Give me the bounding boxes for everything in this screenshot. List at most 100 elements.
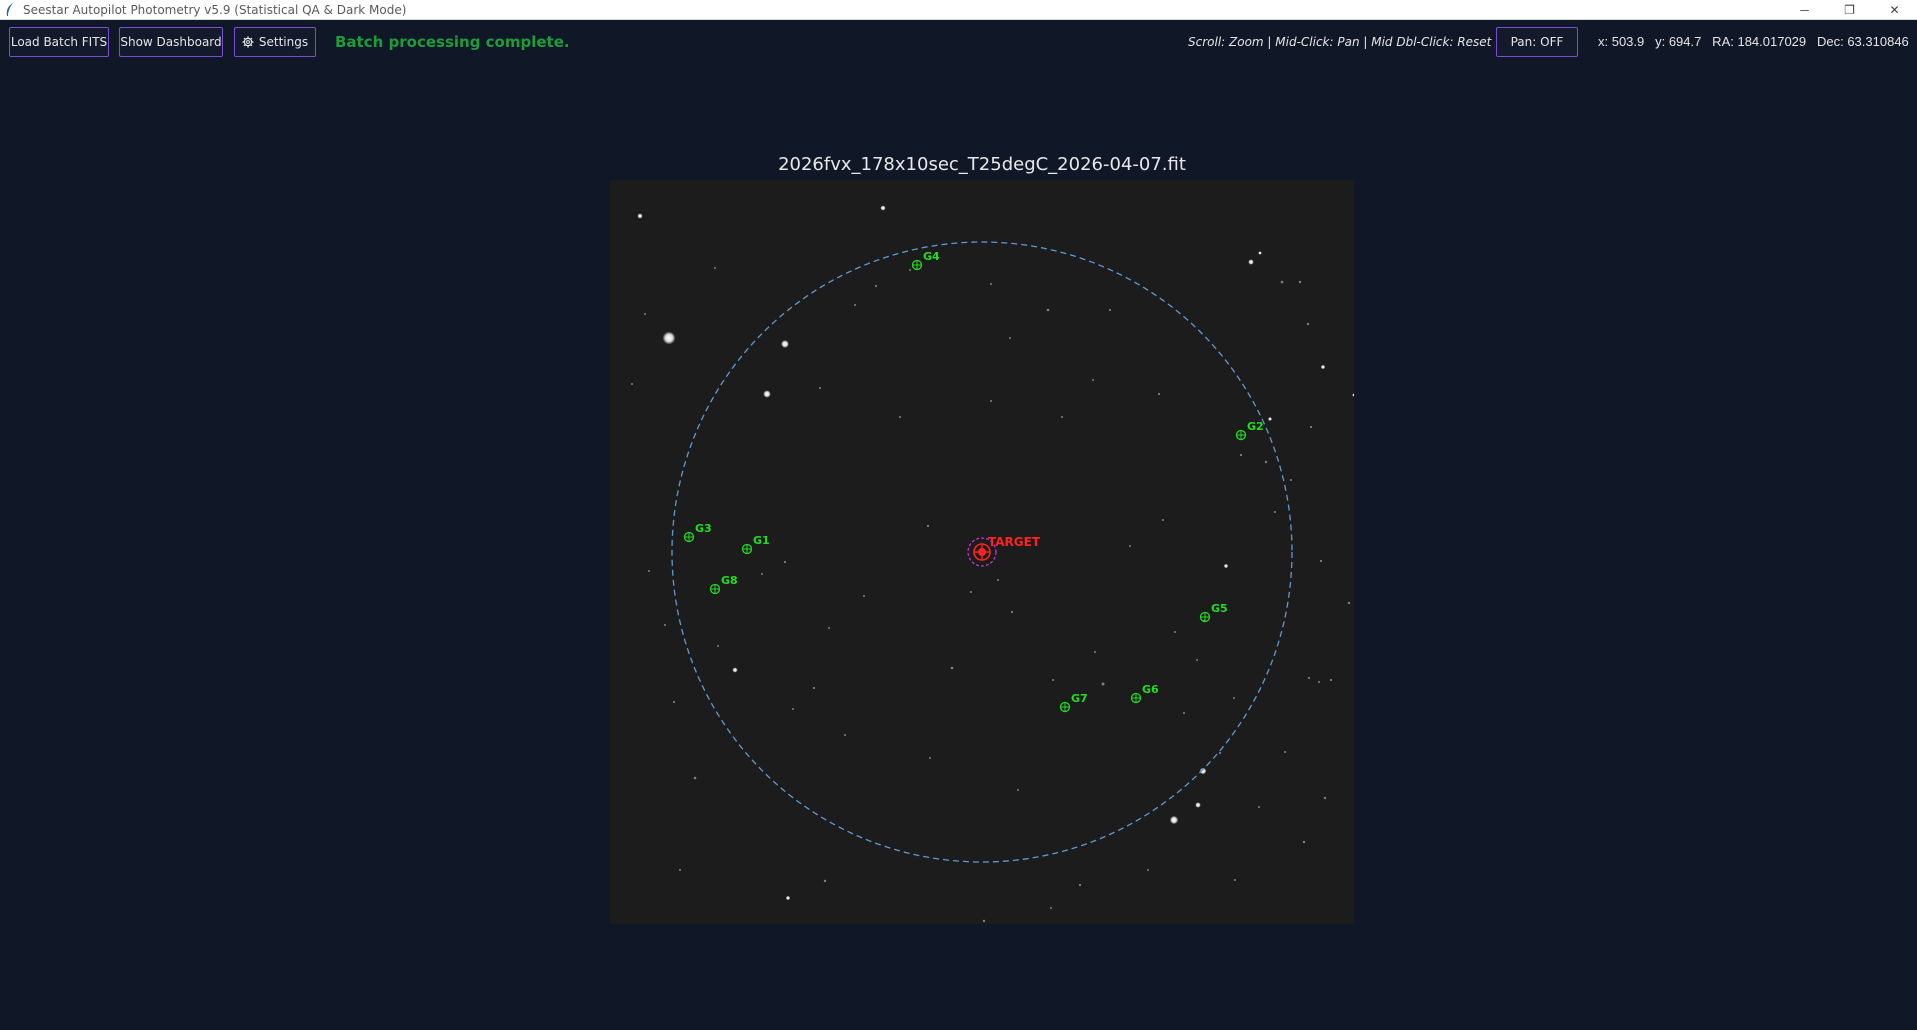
star [1129, 545, 1131, 547]
star [1169, 815, 1179, 825]
star [950, 666, 954, 670]
star [929, 757, 931, 759]
star [997, 579, 999, 581]
star [1050, 907, 1052, 909]
star [1290, 479, 1292, 481]
star [990, 283, 992, 285]
star [1284, 751, 1286, 753]
star [783, 560, 787, 564]
star [819, 387, 821, 389]
star [1233, 697, 1235, 699]
settings-label: Settings [258, 35, 309, 49]
star [1320, 364, 1326, 370]
star [662, 331, 676, 345]
star [714, 267, 716, 269]
star [854, 304, 856, 306]
star [970, 591, 972, 593]
star [926, 524, 930, 528]
star [1218, 751, 1222, 755]
star [1092, 379, 1094, 381]
star [1196, 659, 1198, 661]
star [1307, 676, 1311, 680]
pan-toggle-label: Pan: OFF [1510, 35, 1564, 49]
star [1258, 251, 1262, 255]
toolbar: Load Batch FITS Show Dashboard Settings … [0, 20, 1917, 64]
target-label: TARGET [988, 535, 1041, 549]
image-filename-title: 2026fvx_178x10sec_T25degC_2026-04-07.fit [778, 154, 1186, 175]
window-title: Seestar Autopilot Photometry v5.9 (Stati… [23, 2, 407, 17]
star [785, 895, 791, 901]
restore-icon[interactable]: ❐ [1827, 0, 1872, 20]
star [644, 313, 646, 315]
star [1347, 601, 1351, 605]
star [880, 205, 886, 211]
star [1078, 883, 1082, 887]
star [1264, 460, 1268, 464]
close-icon[interactable]: ✕ [1872, 0, 1917, 20]
star [693, 776, 697, 780]
guide-star-label: G6 [1142, 683, 1159, 696]
fits-image-canvas[interactable]: TARGET G1 G2 G3 G4 G5 G6 G7 G8 [610, 180, 1354, 924]
star [1046, 308, 1050, 312]
pan-toggle-button[interactable]: Pan: OFF [1496, 27, 1578, 57]
star [1329, 678, 1333, 682]
star [1183, 712, 1185, 714]
guide-star-label: G4 [923, 250, 940, 263]
guide-star-label: G5 [1211, 602, 1228, 615]
load-batch-fits-button[interactable]: Load Batch FITS [9, 27, 109, 57]
star [1157, 392, 1161, 396]
load-batch-fits-label: Load Batch FITS [10, 35, 108, 49]
star [1108, 308, 1112, 312]
star [1306, 322, 1310, 326]
star [792, 708, 794, 710]
star [781, 340, 789, 348]
star [648, 570, 650, 572]
star [1258, 806, 1260, 808]
star [899, 416, 901, 418]
star [637, 213, 643, 219]
star [1309, 425, 1313, 429]
star [823, 879, 827, 883]
star [982, 919, 986, 923]
star [1234, 879, 1236, 881]
star [1223, 563, 1229, 569]
settings-button[interactable]: Settings [234, 27, 316, 57]
window-titlebar: Seestar Autopilot Photometry v5.9 (Stati… [0, 0, 1917, 20]
navigation-hint: Scroll: Zoom | Mid-Click: Pan | Mid Dbl-… [1188, 35, 1492, 49]
star [1195, 802, 1201, 808]
star [1268, 417, 1272, 421]
star [717, 645, 719, 647]
star [1061, 416, 1063, 418]
star [1239, 453, 1243, 457]
guide-star-label: G2 [1247, 420, 1264, 433]
star [1318, 681, 1320, 683]
star [732, 667, 738, 673]
star [990, 400, 992, 402]
star [1174, 631, 1176, 633]
star [679, 869, 681, 871]
star [844, 734, 846, 736]
minimize-icon[interactable]: ─ [1782, 0, 1827, 20]
show-dashboard-label: Show Dashboard [120, 35, 222, 49]
status-message: Batch processing complete. [335, 33, 570, 51]
star [874, 284, 878, 288]
star [1009, 337, 1011, 339]
star [1280, 280, 1284, 284]
star [631, 383, 633, 385]
star [909, 269, 911, 271]
star [1162, 519, 1164, 521]
star [1147, 869, 1149, 871]
cursor-coordinates-readout: x: 503.9 y: 694.7 RA: 184.017029 Dec: 63… [1598, 34, 1909, 49]
star [672, 700, 676, 704]
star [763, 390, 771, 398]
star [1094, 651, 1096, 653]
star [664, 624, 666, 626]
star [1010, 610, 1014, 614]
star [1248, 259, 1254, 265]
star [1017, 789, 1019, 791]
show-dashboard-button[interactable]: Show Dashboard [119, 27, 223, 57]
guide-star-label: G3 [695, 522, 712, 535]
guide-star-label: G7 [1071, 692, 1088, 705]
star [1298, 280, 1302, 284]
star [1101, 682, 1105, 686]
